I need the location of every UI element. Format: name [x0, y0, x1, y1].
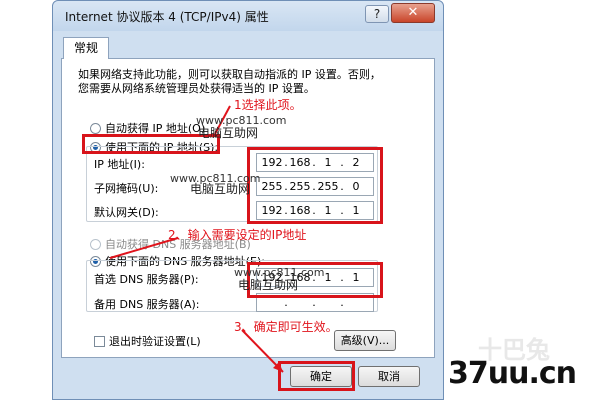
site-brand-logo: 37uu.cn — [448, 356, 577, 391]
arrow-step-2 — [109, 237, 179, 259]
watermark-name-1: 电脑互助网 — [198, 126, 259, 140]
watermark-name-3: 电脑互助网 — [238, 278, 299, 292]
tab-general[interactable]: 常规 — [63, 37, 109, 59]
watermark-name-2: 电脑互助网 — [190, 182, 251, 196]
